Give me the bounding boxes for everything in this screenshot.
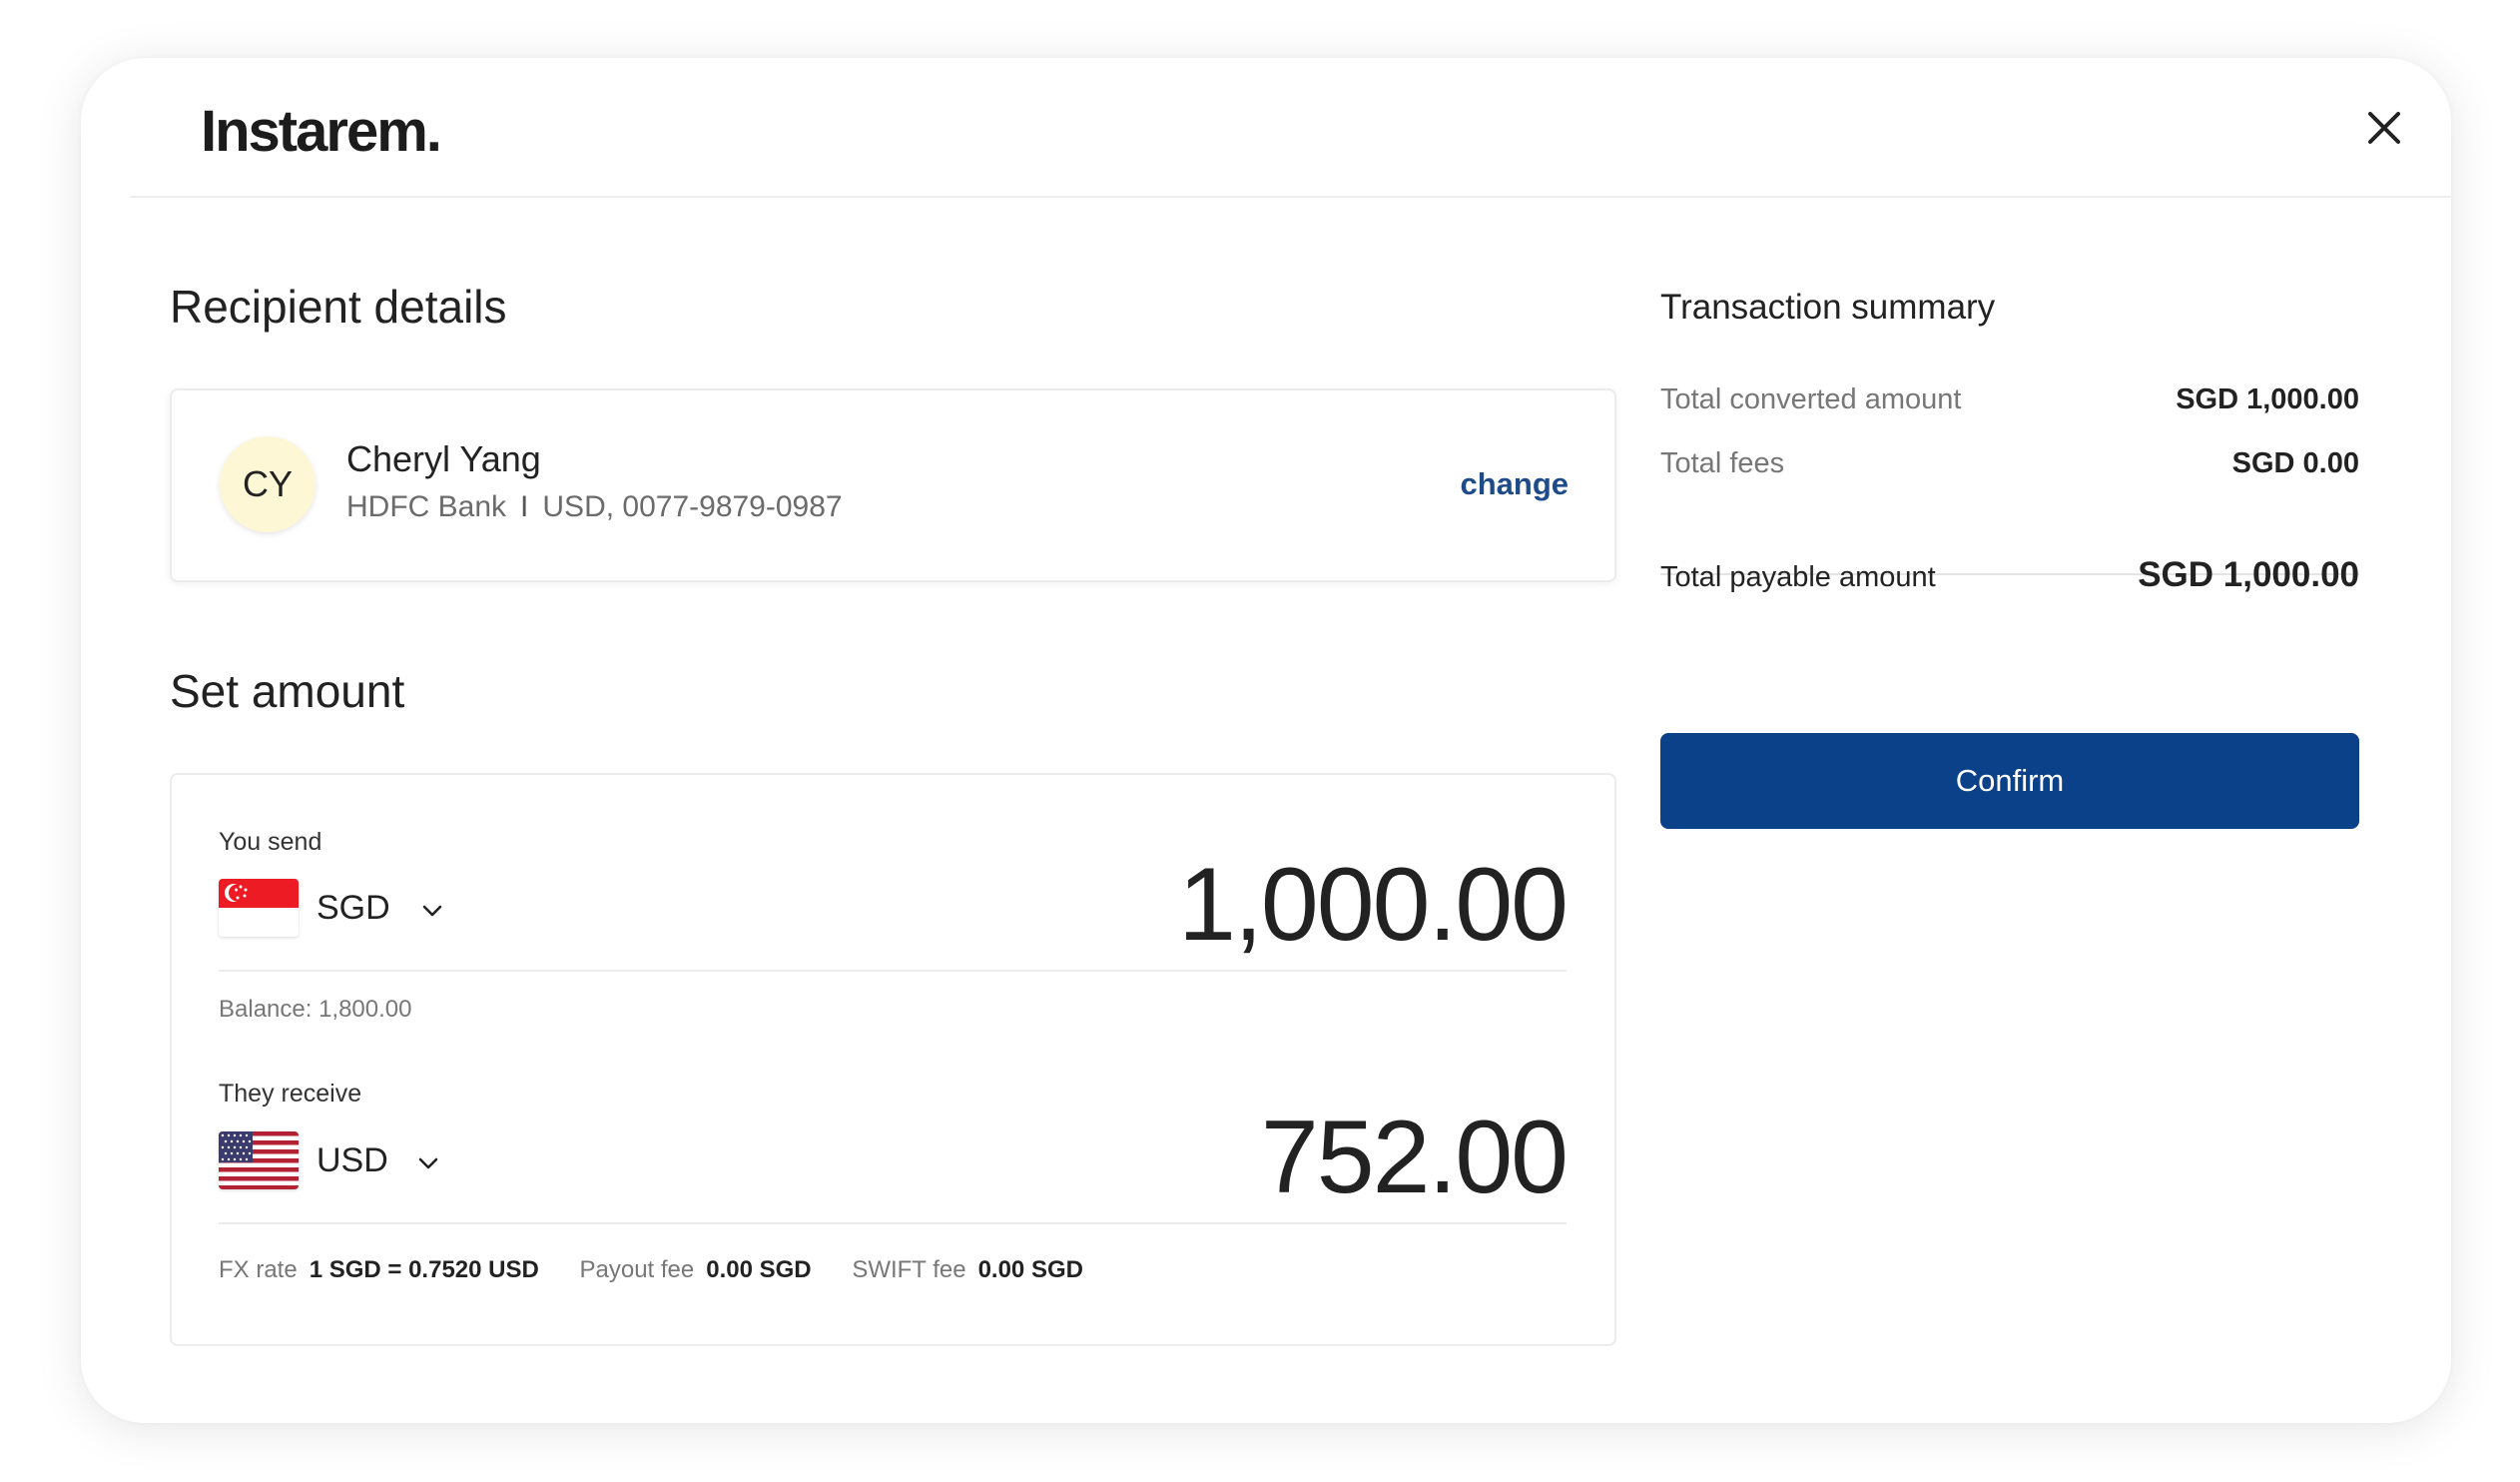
confirm-button[interactable]: Confirm (1660, 733, 2359, 829)
converted-amount-label: Total converted amount (1660, 383, 1962, 415)
amount-card: You send SGD 1,000.00 Balance: 1,800.00 … (170, 773, 1616, 1346)
payout-fee-label: Payout fee (579, 1256, 695, 1283)
fx-rate-value: 1 SGD = 0.7520 USD (309, 1256, 539, 1283)
avatar: CY (220, 436, 315, 532)
recipient-bank: HDFC Bank (346, 490, 507, 523)
fx-rate-label: FX rate (219, 1256, 298, 1283)
recipient-bank-info: HDFC Bank I USD, 0077-9879-0987 (346, 490, 843, 524)
info-separator: I (520, 490, 529, 523)
receive-divider (219, 1222, 1567, 1224)
change-recipient-link[interactable]: change (1460, 466, 1569, 502)
instarem-logo: Instarem. (201, 99, 442, 164)
close-button[interactable] (2362, 106, 2406, 150)
modal-header: Instarem. (130, 58, 2451, 198)
recipient-section-title: Recipient details (170, 281, 507, 333)
chevron-down-icon[interactable] (420, 899, 444, 923)
send-divider (219, 970, 1567, 972)
summary-title: Transaction summary (1660, 288, 1996, 327)
you-send-label: You send (219, 828, 322, 856)
singapore-flag-icon (219, 879, 299, 937)
recipient-account: USD, 0077-9879-0987 (542, 490, 843, 523)
converted-amount-value: SGD 1,000.00 (2176, 383, 2359, 415)
usa-flag-icon (219, 1131, 299, 1189)
total-payable-value: SGD 1,000.00 (2138, 555, 2359, 594)
recipient-card: CY Cheryl Yang HDFC Bank I USD, 0077-9879-… (170, 388, 1616, 582)
swift-fee-label: SWIFT fee (852, 1256, 966, 1283)
transfer-modal: Instarem. Recipient details CY Cheryl Ya… (81, 58, 2451, 1423)
send-amount-value[interactable]: 1,000.00 (1178, 846, 1569, 965)
swift-fee-value: 0.00 SGD (977, 1256, 1083, 1283)
they-receive-label: They receive (219, 1080, 362, 1108)
total-payable-label: Total payable amount (1660, 561, 1936, 593)
close-icon (2368, 112, 2400, 144)
send-currency-code[interactable]: SGD (316, 889, 390, 928)
chevron-down-icon[interactable] (416, 1151, 440, 1175)
payout-fee-value: 0.00 SGD (706, 1256, 812, 1283)
set-amount-section-title: Set amount (170, 665, 405, 717)
receive-amount-value[interactable]: 752.00 (1261, 1099, 1569, 1217)
total-fees-label: Total fees (1660, 447, 1785, 479)
receive-currency-code[interactable]: USD (316, 1141, 388, 1180)
total-fees-value: SGD 0.00 (2231, 447, 2359, 479)
recipient-name: Cheryl Yang (346, 438, 541, 479)
fee-details-row: FX rate 1 SGD = 0.7520 USD Payout fee 0.00… (219, 1256, 1117, 1284)
balance-text: Balance: 1,800.00 (219, 996, 412, 1023)
